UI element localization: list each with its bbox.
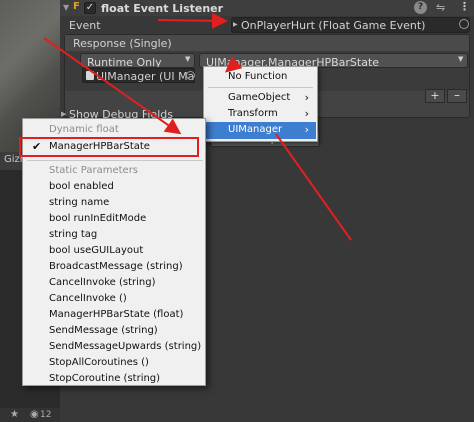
annotation-arrow	[275, 133, 352, 241]
annotation-arrow	[43, 37, 182, 135]
annotation-arrow	[224, 56, 243, 73]
annotation-arrows	[43, 12, 352, 241]
annotation-arrow	[157, 12, 228, 29]
